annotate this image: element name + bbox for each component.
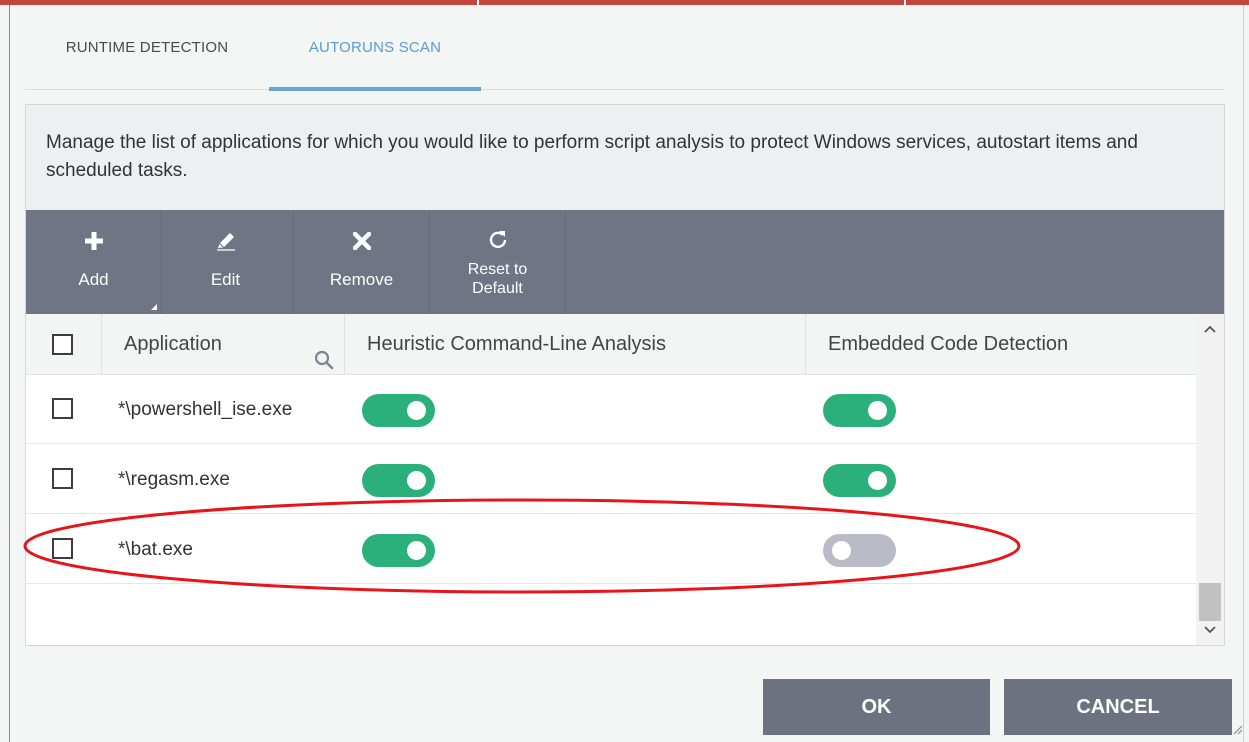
- application-name: *\powershell_ise.exe: [118, 399, 293, 420]
- window-frame-right: [1243, 5, 1244, 742]
- application-name: *\regasm.exe: [118, 469, 230, 490]
- heuristic-toggle[interactable]: [362, 394, 435, 427]
- window-frame-left: [9, 5, 10, 742]
- resize-grip-icon[interactable]: [1231, 722, 1243, 740]
- table-row: *\powershell_ise.exe: [26, 375, 1196, 444]
- add-button[interactable]: Add: [26, 210, 162, 314]
- edit-button[interactable]: Edit: [158, 210, 294, 314]
- applications-table: Application Heuristic Command-Line Analy…: [26, 314, 1196, 645]
- table-row: *\bat.exe: [26, 515, 1196, 584]
- add-label: Add: [78, 270, 109, 289]
- column-heuristic: Heuristic Command-Line Analysis: [345, 314, 806, 375]
- toggle-knob: [407, 541, 426, 560]
- row-checkbox[interactable]: [52, 538, 73, 559]
- toolbar: Add Edit Remove Reset to Default: [26, 210, 1224, 314]
- tab-autoruns-scan[interactable]: AUTORUNS SCAN: [269, 20, 481, 91]
- autoruns-panel: Manage the list of applications for whic…: [25, 104, 1225, 646]
- reset-to-default-button[interactable]: Reset to Default: [430, 210, 566, 314]
- column-application-label: Application: [124, 333, 222, 355]
- panel-description: Manage the list of applications for whic…: [26, 105, 1224, 210]
- refresh-icon: [430, 228, 565, 250]
- table-row: *\regasm.exe: [26, 445, 1196, 514]
- row-checkbox[interactable]: [52, 468, 73, 489]
- heuristic-toggle[interactable]: [362, 464, 435, 497]
- tab-autoruns-scan-label: AUTORUNS SCAN: [308, 39, 442, 56]
- pencil-icon: [158, 230, 293, 252]
- scroll-up-icon[interactable]: [1196, 318, 1224, 340]
- remove-button[interactable]: Remove: [294, 210, 430, 314]
- border-notch: [477, 0, 479, 5]
- column-application: Application: [102, 314, 345, 375]
- border-notch: [904, 0, 906, 5]
- row-checkbox[interactable]: [52, 398, 73, 419]
- x-icon: [294, 230, 429, 252]
- application-name: *\bat.exe: [118, 539, 193, 560]
- scroll-down-icon[interactable]: [1196, 619, 1224, 641]
- reset-label-line2: Default: [472, 280, 523, 297]
- toggle-knob: [407, 401, 426, 420]
- ok-button[interactable]: OK: [763, 679, 990, 735]
- dropdown-corner-icon: [151, 304, 157, 310]
- table-header: Application Heuristic Command-Line Analy…: [26, 314, 1196, 375]
- window-top-border: [0, 0, 1249, 5]
- plus-icon: [26, 230, 161, 252]
- embedded-toggle[interactable]: [823, 394, 896, 427]
- reset-label-line1: Reset to: [467, 261, 528, 278]
- scrollbar-thumb[interactable]: [1199, 583, 1221, 621]
- tab-runtime-detection[interactable]: RUNTIME DETECTION: [25, 20, 269, 90]
- edit-label: Edit: [210, 270, 241, 289]
- toggle-knob: [868, 471, 887, 490]
- toggle-knob: [832, 541, 851, 560]
- heuristic-toggle[interactable]: [362, 534, 435, 567]
- remove-label: Remove: [329, 270, 394, 289]
- active-tab-indicator: [269, 87, 481, 91]
- toggle-knob: [868, 401, 887, 420]
- vertical-scrollbar[interactable]: [1196, 314, 1224, 645]
- embedded-toggle[interactable]: [823, 464, 896, 497]
- toggle-knob: [407, 471, 426, 490]
- embedded-toggle[interactable]: [823, 534, 896, 567]
- reset-label: Reset to Default: [430, 260, 565, 298]
- column-embedded: Embedded Code Detection: [828, 333, 1069, 355]
- header-select-cell: [26, 314, 102, 375]
- select-all-checkbox[interactable]: [52, 334, 73, 355]
- cancel-button[interactable]: CANCEL: [1004, 679, 1232, 735]
- tab-bar: RUNTIME DETECTION AUTORUNS SCAN: [25, 20, 1225, 91]
